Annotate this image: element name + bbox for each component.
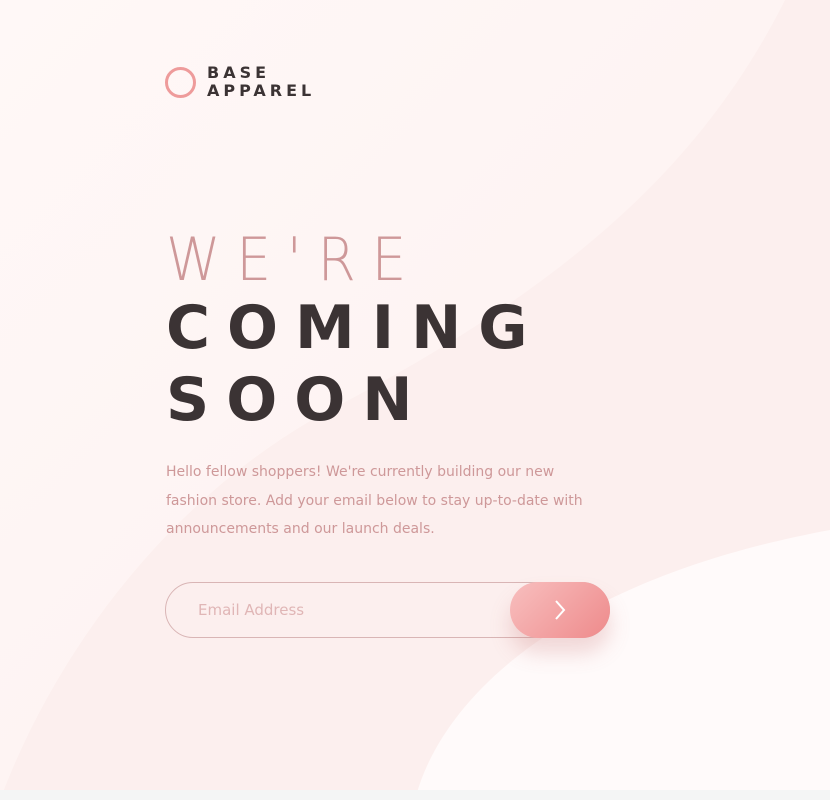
brand-name-line2: APPAREL — [207, 81, 316, 100]
landing-content: BASE APPAREL WE'RE COMING SOON Hello fel… — [0, 0, 830, 790]
headline-line3: SOON — [166, 365, 430, 435]
headline-line1: WE'RE — [166, 225, 423, 295]
intro-description: Hello fellow shoppers! We're currently b… — [166, 464, 583, 537]
submit-button[interactable] — [510, 582, 610, 638]
page-footer-strip — [0, 790, 830, 800]
email-signup-form — [165, 582, 610, 638]
brand-logo[interactable]: BASE APPAREL — [165, 64, 315, 100]
brand-name-line1: BASE — [207, 63, 271, 82]
circle-logo-icon — [165, 66, 196, 98]
headline-line2: COMING — [166, 293, 545, 363]
page-headline: WE'RE COMING SOON — [166, 228, 545, 436]
chevron-right-icon — [555, 600, 566, 620]
brand-name: BASE APPAREL — [207, 64, 315, 100]
